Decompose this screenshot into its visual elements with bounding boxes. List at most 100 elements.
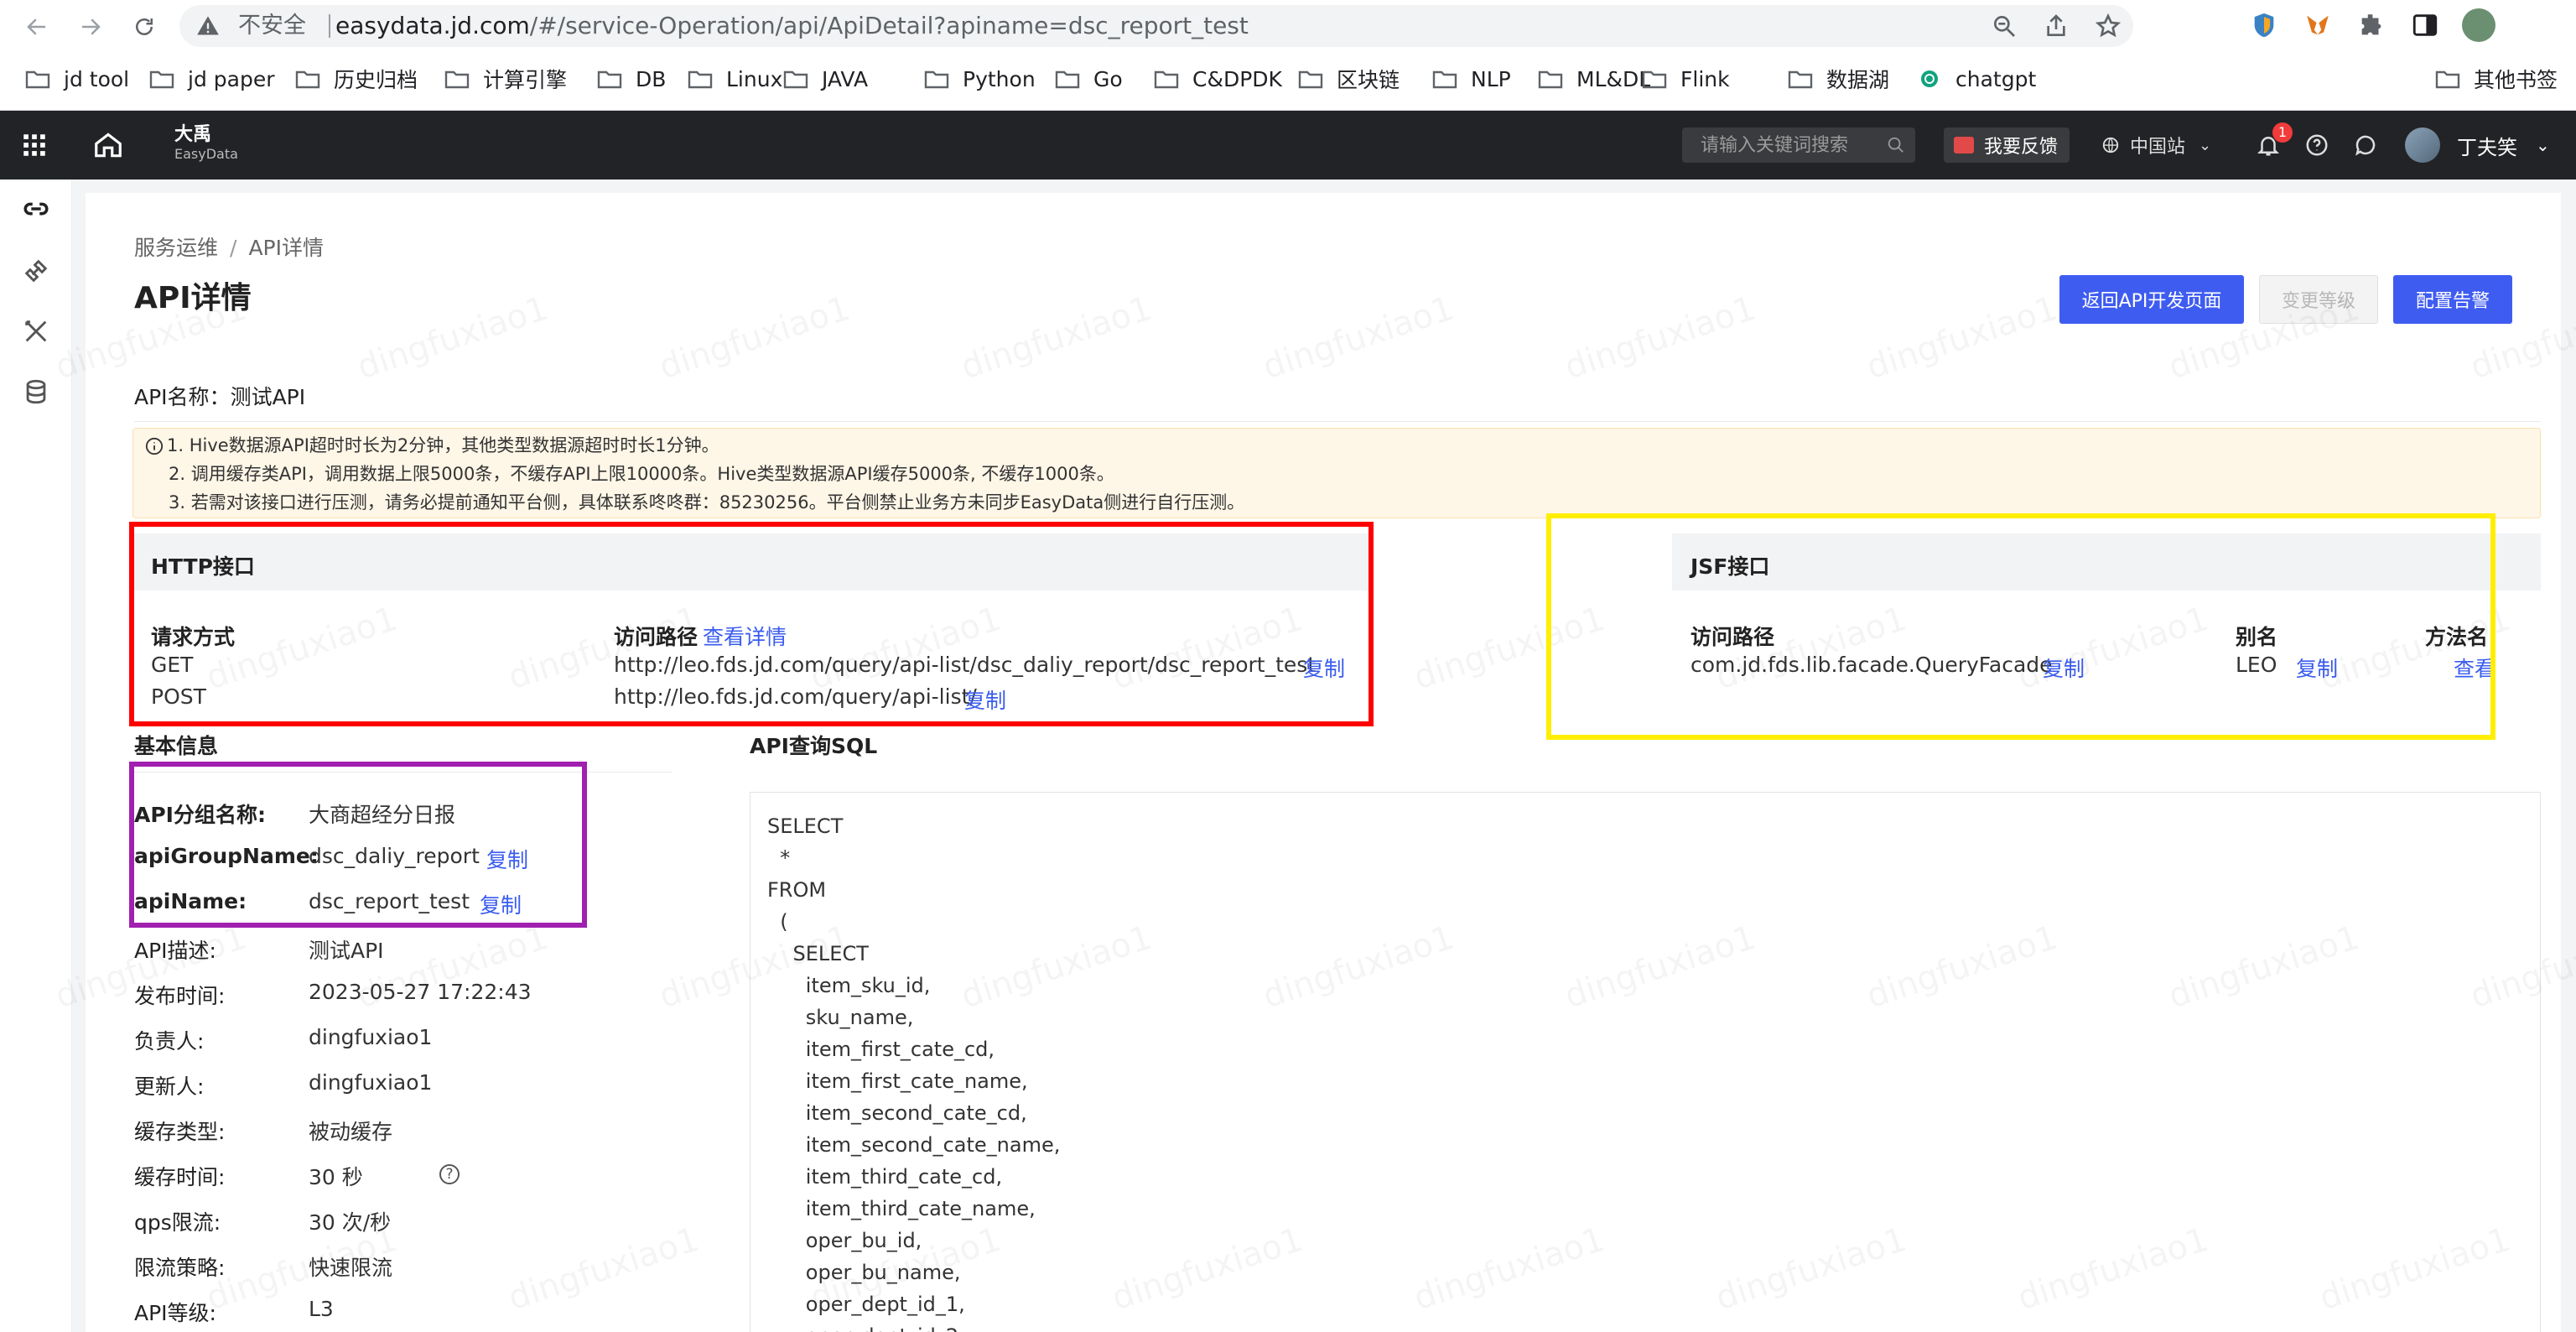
app-grid-icon[interactable] — [20, 131, 49, 159]
chatgpt-icon — [1917, 69, 1942, 89]
info-value: 测试API — [309, 939, 384, 963]
bookmark-item[interactable]: 历史归档 — [295, 64, 418, 94]
bookmark-star-icon[interactable] — [2095, 13, 2122, 39]
info-value: 2023-05-27 17:22:43 — [309, 980, 532, 1004]
folder-icon — [25, 69, 50, 89]
chevron-down-icon: ⌄ — [2536, 135, 2550, 155]
basic-info-divider — [134, 772, 673, 773]
left-sidebar — [0, 180, 72, 1332]
info-row: API描述: 测试API — [134, 934, 671, 963]
info-key: 缓存时间: — [134, 1165, 226, 1189]
copy-jsf-alias-link[interactable]: 复制 — [2296, 653, 2338, 683]
view-detail-link[interactable]: 查看详情 — [703, 621, 787, 651]
search-input[interactable] — [1701, 133, 1885, 158]
breadcrumb-current: API详情 — [248, 236, 325, 260]
bookmark-item[interactable]: JAVA — [783, 64, 868, 94]
database-icon[interactable] — [22, 377, 50, 406]
zoom-icon[interactable] — [1991, 13, 2018, 39]
copy-post-path-link[interactable]: 复制 — [964, 684, 1006, 715]
chat-icon[interactable] — [2353, 133, 2378, 158]
info-key: 缓存类型: — [134, 1120, 226, 1144]
breadcrumb: 服务运维 / API详情 — [134, 232, 324, 262]
forward-icon[interactable] — [72, 8, 109, 45]
puzzle-extensions-icon[interactable] — [2355, 8, 2388, 42]
shield-extension-icon[interactable] — [2247, 8, 2281, 42]
info-row: 更新人: dingfuxiao1 — [134, 1070, 671, 1099]
bookmark-item[interactable]: ML&DL — [1538, 64, 1650, 94]
sql-line: sku_name, — [767, 1006, 914, 1029]
copy-link[interactable]: 复制 — [486, 844, 528, 874]
app-logo[interactable]: 大禹 EasyData — [174, 124, 238, 163]
address-bar[interactable]: 不安全 easydata.jd.com/#/service-Operation/… — [179, 5, 2133, 47]
info-key: 发布时间: — [134, 984, 226, 1008]
reload-icon[interactable] — [126, 8, 163, 45]
region-selector[interactable]: 中国站 ⌄ — [2101, 127, 2211, 163]
url-text[interactable]: easydata.jd.com/#/service-Operation/api/… — [335, 13, 1249, 39]
change-level-button[interactable]: 变更等级 — [2259, 275, 2378, 324]
info-key: API等级: — [134, 1301, 216, 1325]
folder-icon — [2435, 69, 2460, 89]
feedback-label: 我要反馈 — [1984, 137, 2059, 158]
bookmark-label: Python — [963, 66, 1036, 91]
logo-en: EasyData — [174, 146, 238, 162]
sql-line: oper_dept_id_2, — [767, 1324, 965, 1332]
folder-icon — [149, 69, 174, 89]
bookmark-item[interactable]: Python — [924, 64, 1036, 94]
metamask-fox-icon[interactable] — [2301, 8, 2334, 42]
bookmark-item[interactable]: 数据湖 — [1788, 64, 1889, 94]
copy-jsf-path-link[interactable]: 复制 — [2043, 653, 2085, 683]
api-connect-icon[interactable] — [22, 257, 50, 285]
http-post-path: http://leo.fds.jd.com/query/api-list/ — [614, 684, 977, 709]
header-search — [1682, 127, 1915, 163]
jsf-alias-value: LEO — [2236, 653, 2277, 677]
copy-get-path-link[interactable]: 复制 — [1303, 653, 1345, 683]
share-icon[interactable] — [2043, 13, 2070, 39]
info-key: apiName: — [134, 889, 247, 913]
info-key: 更新人: — [134, 1074, 205, 1099]
config-alert-button[interactable]: 配置告警 — [2393, 275, 2512, 324]
bookmark-item[interactable]: DB — [597, 64, 666, 94]
bookmark-label: chatgpt — [1955, 66, 2037, 91]
tools-icon[interactable] — [22, 317, 50, 346]
help-icon[interactable] — [2304, 133, 2329, 158]
bookmark-item[interactable]: jd tool — [25, 64, 129, 94]
browser-profile-avatar[interactable] — [2462, 8, 2496, 42]
bookmark-item[interactable]: C&DPDK — [1154, 64, 1282, 94]
feedback-button[interactable]: 我要反馈 — [1944, 127, 2070, 163]
back-icon[interactable] — [18, 8, 55, 45]
watermark-text: dingfuxiao1 — [957, 289, 1157, 388]
info-value: dingfuxiao1 — [309, 1025, 433, 1049]
home-icon[interactable] — [92, 129, 124, 161]
http-interface-panel: HTTP接口 请求方式 访问路径 查看详情 GET http://leo.fds… — [132, 533, 1372, 731]
copy-link[interactable]: 复制 — [480, 889, 522, 919]
bookmark-item[interactable]: Go — [1055, 64, 1123, 94]
bookmark-label: ML&DL — [1576, 66, 1651, 91]
bookmark-item[interactable]: NLP — [1432, 64, 1511, 94]
info-row: 限流策略: 快速限流 — [134, 1251, 671, 1280]
user-menu[interactable]: 丁夫笑 ⌄ — [2405, 127, 2550, 163]
notice-line-1: 1. Hive数据源API超时时长为2分钟，其他类型数据源超时时长1分钟。 — [167, 435, 719, 455]
sql-line: ( — [767, 910, 788, 934]
link-icon[interactable] — [22, 195, 50, 223]
back-to-api-dev-button[interactable]: 返回API开发页面 — [2059, 275, 2244, 324]
bookmark-item[interactable]: Flink — [1642, 64, 1730, 94]
bookmark-item[interactable]: chatgpt — [1917, 64, 2036, 94]
bookmark-item[interactable]: jd paper — [149, 64, 274, 94]
basic-info-title: 基本信息 — [134, 734, 219, 758]
jsf-col-alias: 别名 — [2236, 625, 2278, 649]
bookmark-item[interactable]: 区块链 — [1298, 64, 1400, 94]
info-row: qps限流: 30 次/秒 — [134, 1206, 671, 1235]
bookmark-item[interactable]: 计算引擎 — [444, 64, 567, 94]
jsf-col-method: 方法名 — [2425, 625, 2489, 649]
side-panel-icon[interactable] — [2408, 8, 2442, 42]
view-method-link[interactable]: 查看 — [2454, 653, 2496, 683]
sql-line: oper_dept_id_1, — [767, 1293, 965, 1316]
user-name: 丁夫笑 — [2457, 135, 2517, 159]
bookmark-item[interactable]: Linux — [688, 64, 782, 94]
help-circle-icon[interactable]: ? — [439, 1164, 460, 1184]
other-bookmarks-label: 其他书签 — [2474, 68, 2558, 92]
folder-icon — [597, 69, 622, 89]
breadcrumb-parent[interactable]: 服务运维 — [134, 236, 218, 260]
other-bookmarks[interactable]: 其他书签 — [2435, 64, 2558, 94]
search-icon[interactable] — [1887, 136, 1905, 154]
